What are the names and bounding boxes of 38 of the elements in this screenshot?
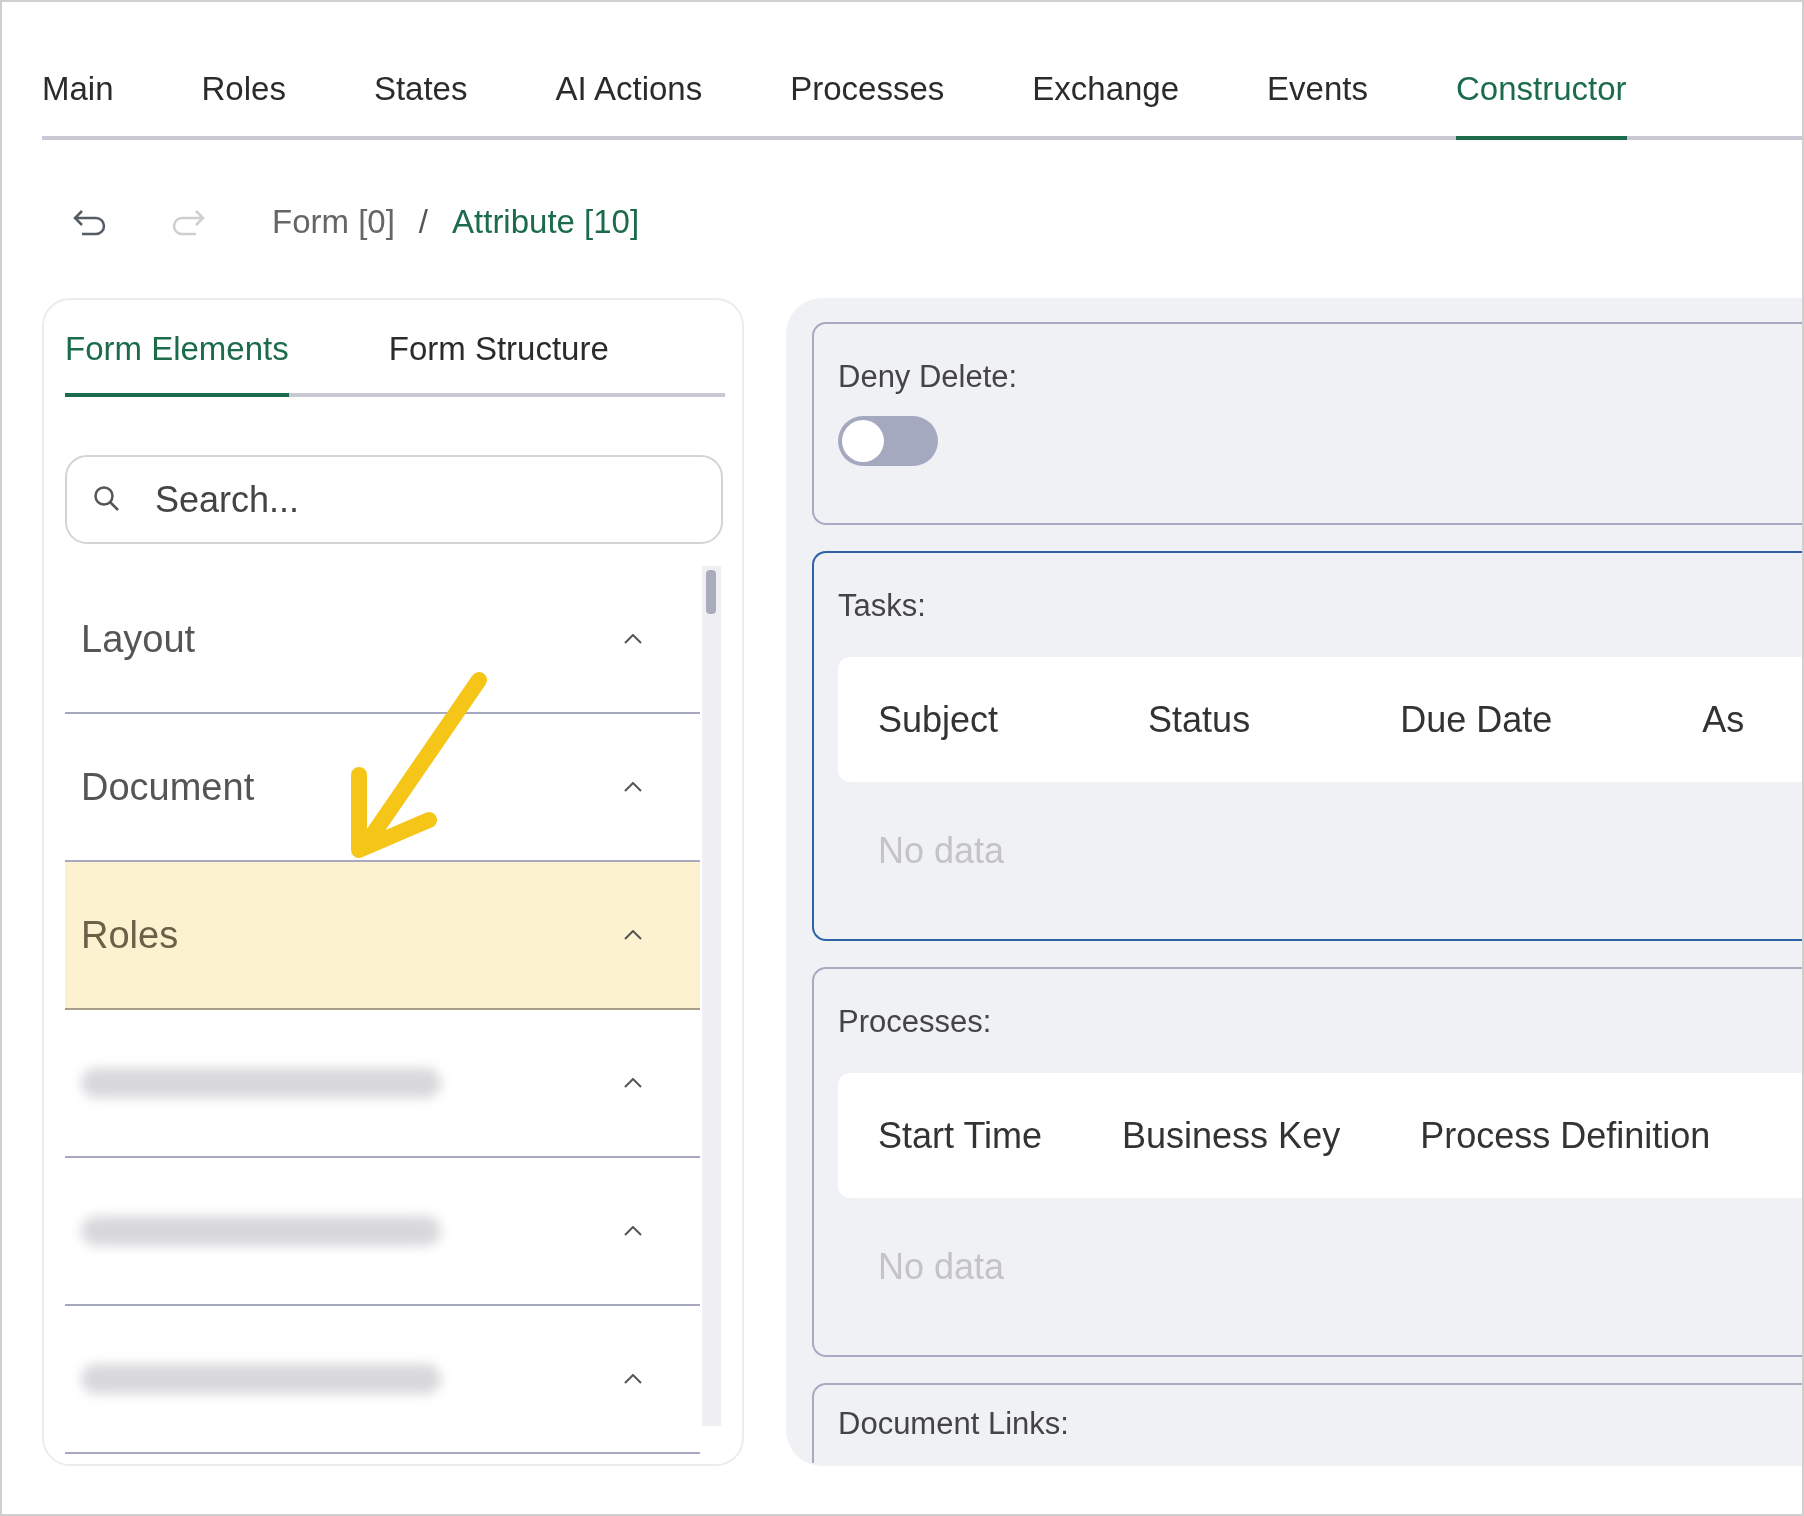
chevron-up-icon (623, 1374, 642, 1384)
breadcrumb-separator: / (418, 201, 429, 242)
accordion-title: Document (81, 764, 255, 810)
field-label: Deny Delete: (838, 357, 1019, 396)
accordion-title: Roles (81, 912, 179, 958)
chevron-up-icon (623, 634, 642, 644)
sidebar-tab[interactable]: Form Elements (65, 323, 289, 397)
field-label: Processes: (838, 1002, 993, 1041)
column-header: Start Time (878, 1113, 1043, 1158)
column-header: Status (1148, 697, 1251, 742)
breadcrumb-item[interactable]: Attribute [10] (452, 196, 640, 247)
nav-tab[interactable]: Roles (201, 64, 286, 140)
field-label: Document Links: (838, 1404, 1070, 1443)
sidebar-tab[interactable]: Form Structure (388, 323, 609, 397)
column-header: Business Key (1122, 1113, 1341, 1158)
accordion-title: Layout (81, 616, 196, 662)
column-header: As (1702, 697, 1745, 742)
field-label: Tasks: (838, 586, 927, 625)
breadcrumb-item[interactable]: Form [0] (272, 196, 395, 247)
column-header: Due Date (1400, 697, 1553, 742)
nav-tab[interactable]: States (373, 64, 468, 140)
chevron-up-icon (623, 930, 642, 940)
chevron-up-icon (623, 782, 642, 792)
nav-tab[interactable]: AI Actions (555, 64, 703, 140)
toggle-switch[interactable] (838, 416, 938, 466)
search-icon (93, 485, 121, 513)
chevron-up-icon (623, 1226, 642, 1236)
nav-tab[interactable]: Exchange (1032, 64, 1180, 140)
column-header: Process Definition (1420, 1113, 1711, 1158)
search-field[interactable]: Search... (65, 455, 723, 544)
column-header: Subject (878, 697, 999, 742)
nav-tab[interactable]: Constructor (1455, 64, 1627, 140)
chevron-up-icon (623, 1078, 642, 1088)
nav-tab[interactable]: Events (1267, 64, 1368, 140)
scrollbar-thumb[interactable] (706, 570, 717, 614)
nav-tab[interactable]: Processes (790, 64, 945, 140)
accordion-header[interactable]: Roles (65, 862, 700, 1010)
nav-tab[interactable]: Main (42, 64, 114, 140)
